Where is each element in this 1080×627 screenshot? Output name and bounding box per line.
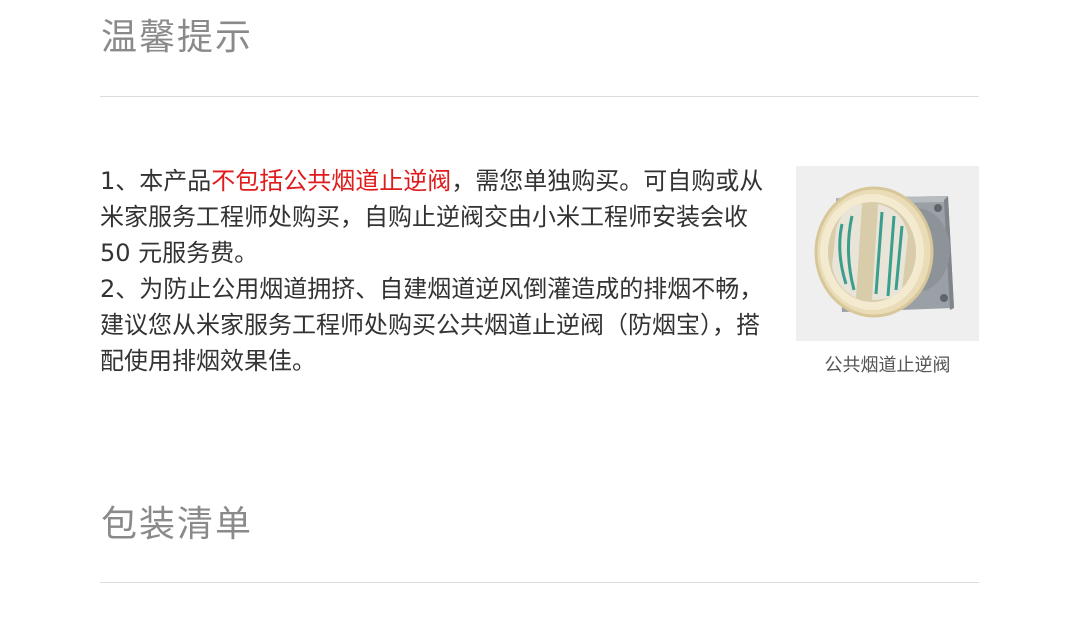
notice-item-1-highlight: 不包括公共烟道止逆阀 (211, 167, 452, 195)
check-valve-image (796, 166, 979, 341)
notice-item-1: 1、本产品不包括公共烟道止逆阀，需您单独购买。可自购或从米家服务工程师处购买，自… (100, 163, 770, 271)
packing-section-title: 包装清单 (101, 504, 254, 545)
notice-item-1-prefix: 1、本产品 (100, 167, 212, 195)
product-image-caption: 公共烟道止逆阀 (824, 355, 951, 376)
notice-body: 1、本产品不包括公共烟道止逆阀，需您单独购买。可自购或从米家服务工程师处购买，自… (100, 163, 770, 379)
check-valve-icon (814, 186, 954, 318)
notice-divider (100, 96, 979, 97)
packing-divider (100, 582, 979, 583)
notice-section-title: 温馨提示 (101, 17, 254, 58)
notice-item-2: 2、为防止公用烟道拥挤、自建烟道逆风倒灌造成的排烟不畅，建议您从米家服务工程师处… (100, 275, 764, 375)
